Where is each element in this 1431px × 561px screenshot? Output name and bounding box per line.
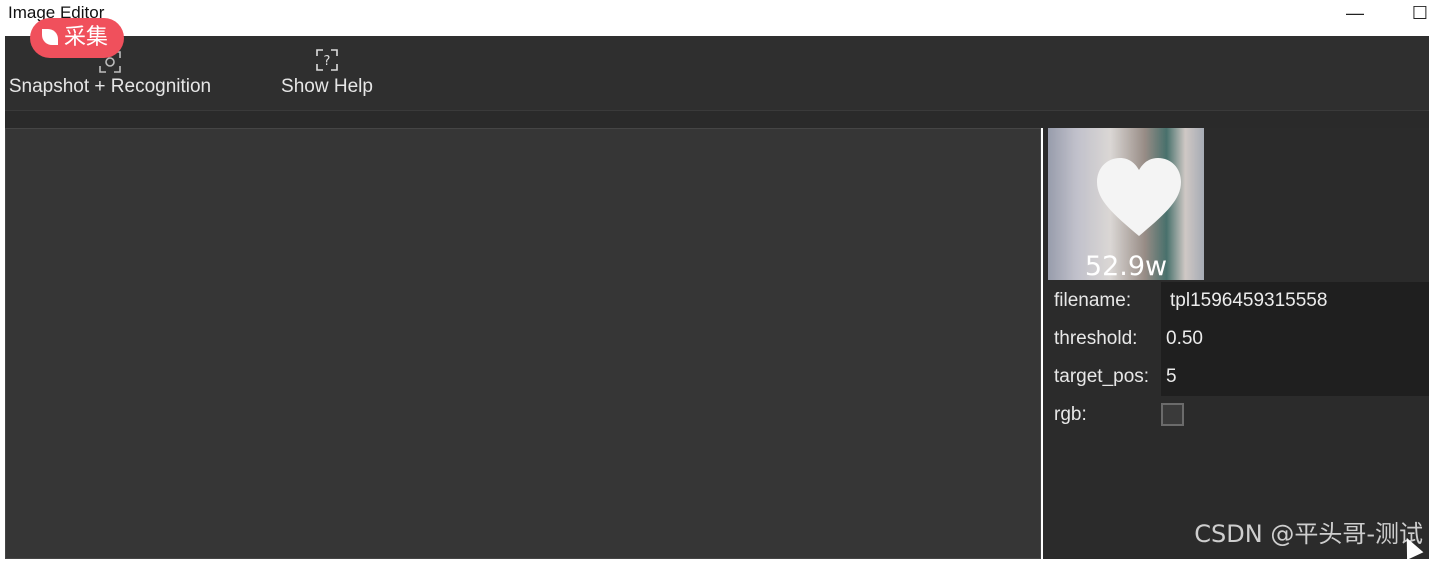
capture-badge[interactable]: 采集: [30, 18, 125, 58]
title-bar: Image Editor — ☐: [0, 0, 1431, 36]
filename-value: tpl1596459315558: [1170, 290, 1328, 311]
target-pos-row: target_pos: 5: [1048, 358, 1429, 396]
capture-badge-label: 采集: [64, 25, 109, 50]
filename-row: filename: tpl1596459315558: [1048, 282, 1429, 320]
svg-text:?: ?: [324, 54, 331, 69]
target-pos-value: 5: [1166, 366, 1177, 387]
image-canvas[interactable]: [5, 128, 1041, 559]
threshold-field[interactable]: 0.50: [1161, 320, 1429, 358]
toolbar: Snapshot + Recognition ? Show Help: [5, 36, 1429, 110]
filename-field[interactable]: tpl1596459315558: [1161, 282, 1429, 320]
watermark: CSDN @平头哥-测试: [1194, 520, 1423, 548]
minimize-button[interactable]: —: [1340, 2, 1370, 26]
toolbar-separator: [5, 110, 1429, 128]
help-icon: ?: [316, 49, 338, 71]
target-pos-field[interactable]: 5: [1161, 358, 1429, 396]
maximize-button[interactable]: ☐: [1405, 2, 1431, 26]
rgb-label: rgb:: [1054, 404, 1087, 425]
snapshot-recognition-label: Snapshot + Recognition: [8, 76, 212, 97]
properties-panel: 52.9w filename: tpl1596459315558 thresho…: [1043, 128, 1429, 559]
leaf-icon: [42, 29, 58, 45]
show-help-button[interactable]: ? Show Help: [277, 36, 377, 110]
rgb-checkbox[interactable]: [1161, 403, 1184, 426]
property-list: filename: tpl1596459315558 threshold: 0.…: [1048, 282, 1429, 434]
target-pos-label: target_pos:: [1054, 366, 1150, 387]
threshold-row: threshold: 0.50: [1048, 320, 1429, 358]
show-help-label: Show Help: [281, 76, 373, 97]
template-thumbnail: 52.9w: [1048, 128, 1204, 280]
like-count: 52.9w: [1084, 251, 1168, 280]
filename-label: filename:: [1054, 290, 1132, 311]
threshold-label: threshold:: [1054, 328, 1138, 349]
threshold-value: 0.50: [1166, 328, 1203, 349]
rgb-row: rgb:: [1048, 396, 1429, 434]
heart-icon: [1097, 158, 1181, 236]
